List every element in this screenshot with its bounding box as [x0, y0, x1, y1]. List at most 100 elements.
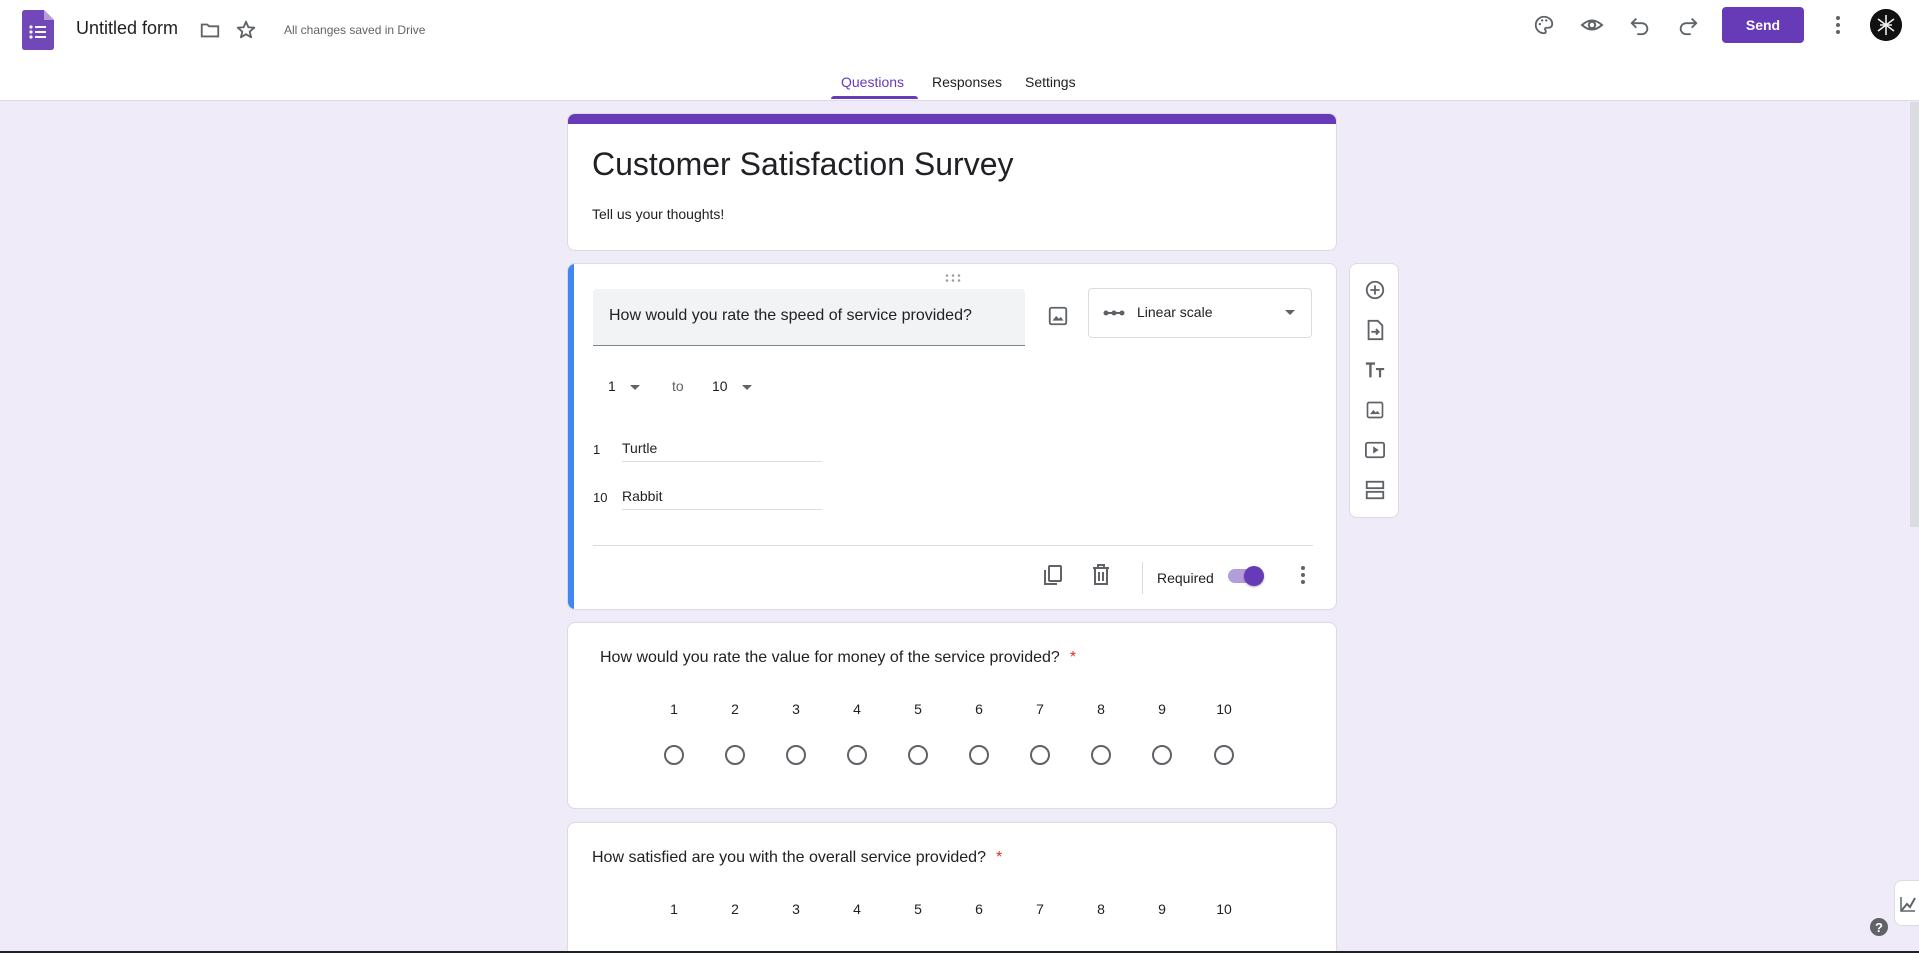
question-card[interactable]: How would you rate the value for money o… [567, 622, 1337, 809]
high-label-number: 10 [593, 490, 608, 505]
question-text: How satisfied are you with the overall s… [592, 849, 986, 866]
scale-number: 5 [914, 701, 922, 717]
scale-radio[interactable] [1030, 745, 1050, 765]
footer-separator [1142, 562, 1143, 594]
low-label-input[interactable]: Turtle [622, 436, 822, 462]
explore-tab[interactable] [1894, 880, 1919, 926]
scale-radio[interactable] [664, 745, 684, 765]
active-tab-indicator [831, 96, 918, 99]
scale-radio[interactable] [786, 745, 806, 765]
required-toggle[interactable] [1228, 566, 1264, 586]
scale-number: 6 [975, 701, 983, 717]
question-title: How would you rate the value for money o… [600, 649, 1076, 667]
scale-number: 10 [1216, 701, 1232, 717]
send-button[interactable]: Send [1722, 7, 1804, 43]
help-icon[interactable]: ? [1870, 918, 1888, 936]
import-questions-icon[interactable] [1361, 316, 1389, 344]
more-vert-icon[interactable] [1824, 11, 1852, 39]
scale-number: 3 [792, 701, 800, 717]
tab-questions[interactable]: Questions [841, 74, 904, 90]
scale-radio[interactable] [908, 745, 928, 765]
add-section-icon[interactable] [1361, 476, 1389, 504]
scale-radio[interactable] [1214, 745, 1234, 765]
scale-radio[interactable] [725, 745, 745, 765]
scale-number: 8 [1097, 701, 1105, 717]
top-bar: Untitled form All changes saved in Drive… [0, 0, 1919, 101]
active-question-card[interactable]: How would you rate the speed of service … [567, 263, 1337, 610]
add-title-icon[interactable] [1361, 356, 1389, 384]
undo-icon[interactable] [1626, 11, 1654, 39]
question-text: How would you rate the speed of service … [609, 307, 972, 324]
tab-responses[interactable]: Responses [932, 74, 1002, 90]
scale-to-word: to [672, 378, 684, 394]
scale-labels: 1 2 3 4 5 6 7 8 9 10 [568, 901, 1336, 921]
scale-number: 8 [1097, 901, 1105, 917]
scale-number: 6 [975, 901, 983, 917]
required-asterisk: * [1069, 649, 1077, 666]
toggle-knob [1244, 566, 1264, 586]
scale-number: 7 [1036, 901, 1044, 917]
scale-number: 2 [731, 901, 739, 917]
scale-to-value: 10 [712, 378, 728, 394]
scale-number: 9 [1158, 901, 1166, 917]
redo-icon[interactable] [1674, 11, 1702, 39]
question-type-dropdown[interactable]: Linear scale [1088, 288, 1312, 338]
saved-status: All changes saved in Drive [284, 23, 426, 37]
scale-number: 9 [1158, 701, 1166, 717]
scale-number: 7 [1036, 701, 1044, 717]
delete-icon[interactable] [1086, 560, 1116, 590]
scale-from-value: 1 [608, 378, 616, 394]
question-card[interactable]: How satisfied are you with the overall s… [567, 822, 1337, 953]
add-question-icon[interactable] [1361, 276, 1389, 304]
linear-scale-icon [1103, 303, 1125, 328]
add-video-icon[interactable] [1361, 436, 1389, 464]
high-label-input[interactable]: Rabbit [622, 484, 822, 510]
scale-radio[interactable] [1091, 745, 1111, 765]
scale-number: 1 [670, 701, 678, 717]
floating-toolbar [1349, 263, 1399, 518]
scale-radio[interactable] [1152, 745, 1172, 765]
scale-number: 4 [853, 901, 861, 917]
folder-icon[interactable] [196, 16, 224, 44]
avatar[interactable] [1870, 9, 1902, 41]
doc-title[interactable]: Untitled form [76, 18, 178, 39]
form-description[interactable]: Tell us your thoughts! [592, 206, 724, 222]
forms-logo[interactable] [22, 10, 54, 50]
form-title[interactable]: Customer Satisfaction Survey [592, 146, 1014, 183]
scale-number: 10 [1216, 901, 1232, 917]
scale-radio[interactable] [969, 745, 989, 765]
scale-radio[interactable] [847, 745, 867, 765]
question-more-icon[interactable] [1288, 560, 1318, 590]
question-type-label: Linear scale [1137, 304, 1213, 320]
required-asterisk: * [995, 849, 1003, 866]
scale-number: 3 [792, 901, 800, 917]
preview-eye-icon[interactable] [1578, 11, 1606, 39]
active-indicator-bar [568, 264, 574, 609]
required-label: Required [1157, 570, 1214, 586]
question-title: How satisfied are you with the overall s… [592, 849, 1002, 867]
scrollbar[interactable] [1910, 102, 1919, 527]
question-text: How would you rate the value for money o… [600, 649, 1060, 666]
palette-icon[interactable] [1530, 11, 1558, 39]
chevron-down-icon [741, 384, 752, 390]
add-image-icon[interactable] [1361, 396, 1389, 424]
scale-number: 2 [731, 701, 739, 717]
low-label-number: 1 [593, 442, 601, 457]
drag-handle-icon[interactable] [944, 270, 962, 282]
tab-settings[interactable]: Settings [1025, 74, 1076, 90]
tab-bar: Questions Responses Settings [0, 70, 1919, 101]
title-card-accent [568, 114, 1336, 124]
scale-number: 5 [914, 901, 922, 917]
scale-number: 1 [670, 901, 678, 917]
scale-to-select[interactable]: 10 [712, 378, 752, 394]
star-icon[interactable] [232, 16, 260, 44]
footer-divider [593, 545, 1313, 546]
scale-from-select[interactable]: 1 [608, 378, 640, 394]
chevron-down-icon [629, 384, 640, 390]
form-title-card[interactable]: Customer Satisfaction Survey Tell us you… [567, 113, 1337, 251]
chevron-down-icon [1285, 310, 1295, 315]
question-text-input[interactable]: How would you rate the speed of service … [593, 289, 1025, 346]
add-image-icon[interactable] [1042, 300, 1074, 332]
duplicate-icon[interactable] [1038, 560, 1068, 590]
scale-number: 4 [853, 701, 861, 717]
